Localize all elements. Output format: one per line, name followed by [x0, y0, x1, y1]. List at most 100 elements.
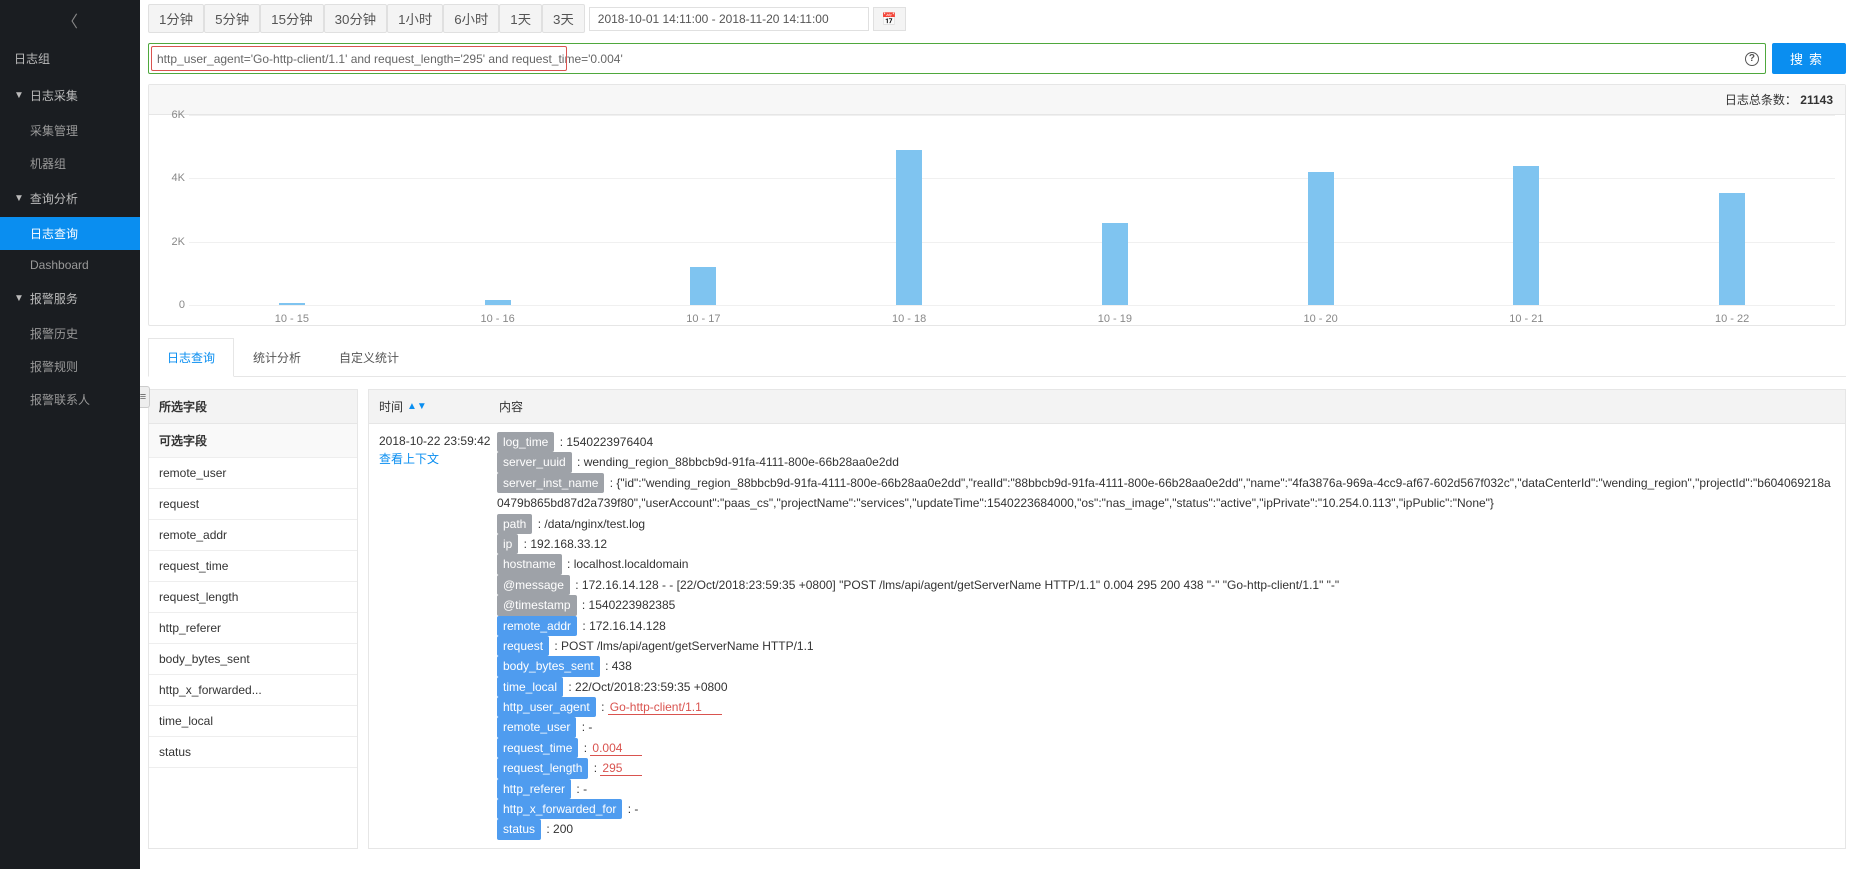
field-value: -	[583, 782, 587, 796]
nav-group-header[interactable]: ▼报警服务	[0, 280, 140, 317]
time-preset-button[interactable]: 3天	[542, 4, 585, 33]
chart-bar[interactable]	[1308, 172, 1334, 305]
field-item[interactable]: request	[149, 489, 357, 520]
collapse-sidebar-handle[interactable]: ≡	[140, 386, 150, 408]
total-label: 日志总条数：	[1725, 93, 1797, 107]
search-input[interactable]	[149, 46, 1741, 72]
caret-down-icon: ▼	[14, 90, 24, 101]
field-tag[interactable]: remote_addr	[497, 616, 577, 636]
available-fields-header: 可选字段	[149, 424, 357, 458]
field-item[interactable]: request_length	[149, 582, 357, 613]
field-item[interactable]: status	[149, 737, 357, 768]
view-context-link[interactable]: 查看上下文	[379, 450, 491, 467]
main-panel: ≡ 1分钟5分钟15分钟30分钟1小时6小时1天3天 2018-10-01 14…	[140, 0, 1854, 869]
field-value: 295	[600, 761, 642, 776]
y-tick-label: 2K	[172, 236, 185, 248]
nav-group-header[interactable]: ▼日志采集	[0, 77, 140, 114]
field-item[interactable]: remote_user	[149, 458, 357, 489]
field-item[interactable]: http_x_forwarded...	[149, 675, 357, 706]
time-preset-button[interactable]: 5分钟	[204, 4, 260, 33]
tab[interactable]: 日志查询	[148, 338, 234, 377]
field-tag[interactable]: server_uuid	[497, 452, 572, 472]
tab[interactable]: 自定义统计	[320, 338, 418, 376]
time-preset-button[interactable]: 1分钟	[148, 4, 204, 33]
x-tick-label: 10 - 19	[1012, 313, 1218, 325]
nav-item[interactable]: 机器组	[0, 147, 140, 180]
col-header-time[interactable]: 时间 ▲▼	[369, 390, 489, 423]
x-tick-label: 10 - 21	[1424, 313, 1630, 325]
time-preset-button[interactable]: 30分钟	[324, 4, 387, 33]
field-value: 172.16.14.128 - - [22/Oct/2018:23:59:35 …	[582, 578, 1339, 592]
sort-icon[interactable]: ▲▼	[407, 401, 427, 412]
x-tick-label: 10 - 18	[806, 313, 1012, 325]
nav-item[interactable]: 报警规则	[0, 350, 140, 383]
field-tag[interactable]: server_inst_name	[497, 473, 604, 493]
nav-item[interactable]: Dashboard	[0, 250, 140, 280]
time-preset-button[interactable]: 15分钟	[260, 4, 323, 33]
chart-bar[interactable]	[690, 267, 716, 305]
field-value: wending_region_88bbcb9d-91fa-4111-800e-6…	[584, 455, 899, 469]
y-tick-label: 6K	[172, 109, 185, 121]
field-item[interactable]: http_referer	[149, 613, 357, 644]
time-preset-button[interactable]: 1小时	[387, 4, 443, 33]
field-value: 1540223982385	[589, 598, 676, 612]
field-tag[interactable]: request_length	[497, 758, 588, 778]
field-tag[interactable]: status	[497, 819, 541, 839]
nav-group-header[interactable]: 日志组	[0, 40, 140, 77]
field-tag[interactable]: hostname	[497, 554, 562, 574]
field-item[interactable]: remote_addr	[149, 520, 357, 551]
help-icon[interactable]: ?	[1745, 52, 1759, 66]
nav-item[interactable]: 报警联系人	[0, 383, 140, 416]
back-button[interactable]: 〈	[0, 0, 140, 40]
chart-bar[interactable]	[1719, 193, 1745, 305]
field-value: 438	[612, 659, 632, 673]
total-value: 21143	[1800, 93, 1833, 107]
chart-bar[interactable]	[1102, 223, 1128, 305]
result-row: 2018-10-22 23:59:42 查看上下文 log_time : 154…	[369, 424, 1845, 848]
field-value: -	[588, 720, 592, 734]
results-table: 时间 ▲▼ 内容 2018-10-22 23:59:42 查看上下文 log_t…	[368, 389, 1846, 849]
time-range-display[interactable]: 2018-10-01 14:11:00 - 2018-11-20 14:11:0…	[589, 7, 869, 31]
field-tag[interactable]: log_time	[497, 432, 554, 452]
field-tag[interactable]: request	[497, 636, 549, 656]
field-item[interactable]: body_bytes_sent	[149, 644, 357, 675]
x-tick-label: 10 - 20	[1218, 313, 1424, 325]
field-item[interactable]: request_time	[149, 551, 357, 582]
nav-item[interactable]: 报警历史	[0, 317, 140, 350]
fields-panel: 所选字段 可选字段 remote_userrequestremote_addrr…	[148, 389, 358, 849]
field-tag[interactable]: remote_user	[497, 717, 576, 737]
nav-item[interactable]: 日志查询	[0, 217, 140, 250]
field-tag[interactable]: ip	[497, 534, 518, 554]
field-tag[interactable]: http_user_agent	[497, 697, 596, 717]
field-value: localhost.localdomain	[574, 557, 689, 571]
field-value: 192.168.33.12	[530, 537, 607, 551]
field-tag[interactable]: body_bytes_sent	[497, 656, 600, 676]
field-tag[interactable]: @message	[497, 575, 570, 595]
field-value: /data/nginx/test.log	[544, 517, 645, 531]
field-tag[interactable]: @timestamp	[497, 595, 577, 615]
field-tag[interactable]: http_x_forwarded_for	[497, 799, 622, 819]
caret-down-icon: ▼	[14, 193, 24, 204]
chart-bar[interactable]	[279, 303, 305, 305]
search-button[interactable]: 搜索	[1772, 43, 1846, 74]
search-input-wrap: ?	[148, 43, 1766, 74]
field-tag[interactable]: path	[497, 514, 532, 534]
y-tick-label: 0	[179, 299, 185, 311]
field-tag[interactable]: time_local	[497, 677, 563, 697]
field-item[interactable]: time_local	[149, 706, 357, 737]
field-value: Go-http-client/1.1	[608, 700, 722, 715]
nav-group-header[interactable]: ▼查询分析	[0, 180, 140, 217]
calendar-icon[interactable]: 📅	[873, 7, 906, 31]
chart-bar[interactable]	[1513, 166, 1539, 305]
time-preset-button[interactable]: 1天	[499, 4, 542, 33]
time-preset-button[interactable]: 6小时	[443, 4, 499, 33]
field-tag[interactable]: request_time	[497, 738, 578, 758]
tab[interactable]: 统计分析	[234, 338, 320, 376]
x-tick-label: 10 - 17	[601, 313, 807, 325]
chart-bar[interactable]	[485, 300, 511, 305]
col-header-content: 内容	[489, 390, 1845, 423]
nav-item[interactable]: 采集管理	[0, 114, 140, 147]
field-value: 172.16.14.128	[589, 619, 666, 633]
field-tag[interactable]: http_referer	[497, 779, 571, 799]
chart-bar[interactable]	[896, 150, 922, 305]
